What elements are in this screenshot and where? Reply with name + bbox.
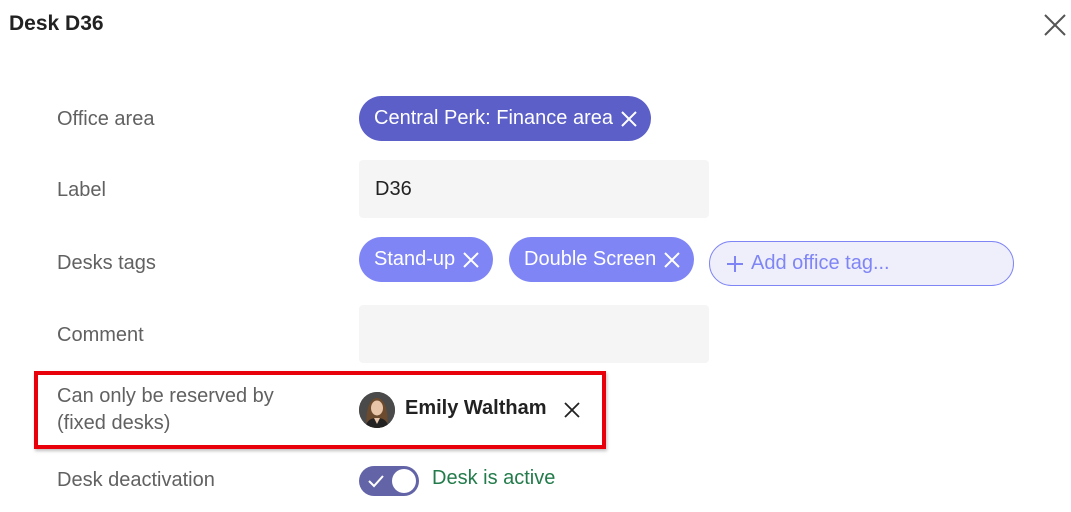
reserved-by-label-line2: (fixed desks) [57, 412, 171, 434]
plus-icon [726, 255, 744, 273]
desk-label-label: Label [57, 179, 106, 201]
toggle-knob [392, 469, 416, 493]
comment-label: Comment [57, 324, 144, 346]
reserved-by-label-line1: Can only be reserved by [57, 385, 274, 407]
tag-chip-label: Stand-up [374, 248, 456, 270]
dialog-title: Desk D36 [9, 12, 104, 35]
desk-active-status: Desk is active [432, 467, 556, 489]
remove-tag-button[interactable] [664, 251, 681, 268]
desk-label-input[interactable]: D36 [359, 160, 709, 218]
reserved-by-label: Can only be reserved by (fixed desks) [57, 383, 274, 437]
tag-chip-double-screen: Double Screen [509, 237, 695, 282]
remove-person-button[interactable] [561, 399, 583, 421]
remove-office-area-button[interactable] [621, 110, 637, 127]
office-area-chip: Central Perk: Finance area [359, 96, 652, 141]
close-icon [1044, 14, 1066, 36]
desk-active-toggle[interactable] [359, 466, 419, 496]
reserved-by-person-name: Emily Waltham [405, 397, 547, 419]
desk-deactivation-label: Desk deactivation [57, 469, 215, 491]
desk-tags-label: Desks tags [57, 252, 156, 274]
comment-input[interactable] [359, 305, 709, 363]
add-office-tag-placeholder: Add office tag... [751, 252, 890, 274]
close-icon [463, 251, 479, 268]
close-dialog-button[interactable] [1040, 10, 1070, 40]
office-area-label: Office area [57, 108, 155, 130]
tag-chip-stand-up: Stand-up [359, 237, 494, 282]
tag-chip-label: Double Screen [524, 248, 657, 270]
add-office-tag-button[interactable]: Add office tag... [709, 241, 1014, 286]
close-icon [664, 251, 681, 268]
desk-label-value: D36 [375, 177, 412, 200]
check-icon [368, 475, 384, 488]
close-icon [564, 402, 580, 418]
avatar [359, 392, 395, 428]
remove-tag-button[interactable] [463, 251, 479, 268]
close-icon [621, 110, 637, 127]
office-area-value: Central Perk: Finance area [374, 107, 614, 129]
